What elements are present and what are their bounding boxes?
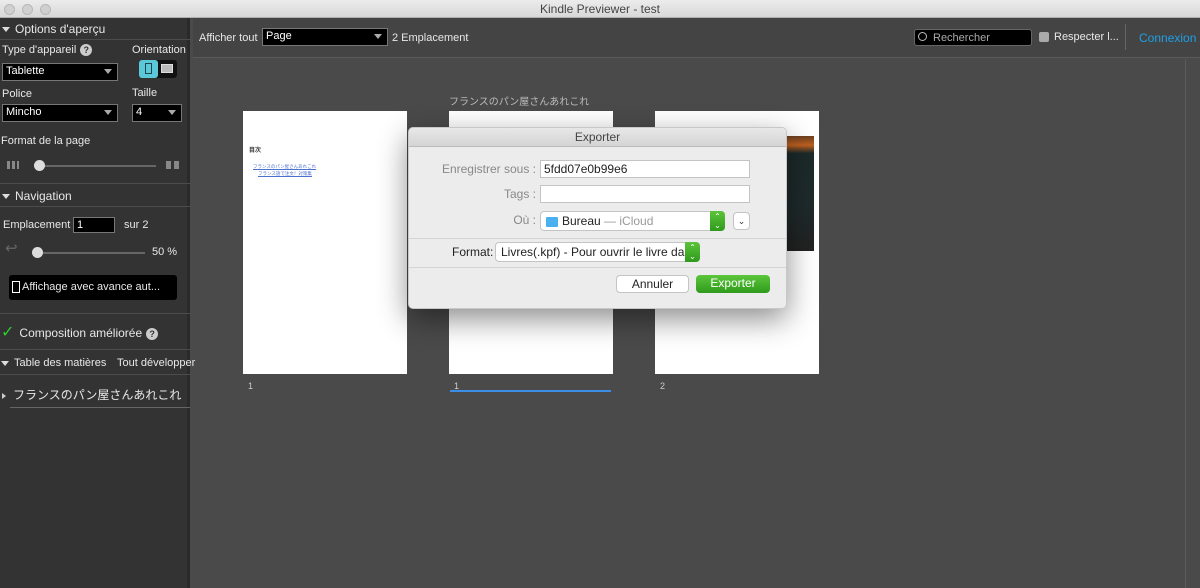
show-all-label: Afficher tout	[199, 32, 258, 44]
view-mode-select[interactable]: Page	[262, 28, 388, 46]
location-input[interactable]: 1	[73, 217, 115, 233]
export-dialog: Exporter Enregistrer sous : 5fdd07e0b99e…	[408, 127, 787, 309]
where-select[interactable]: Bureau — iCloud ⌃ ⌄	[540, 211, 725, 231]
respect-label: Respecter l...	[1054, 31, 1119, 43]
orientation-label: Orientation	[132, 44, 186, 56]
location-slider[interactable]	[32, 247, 145, 258]
zoom-button[interactable]	[40, 4, 51, 15]
chevron-down-icon	[374, 34, 382, 39]
value: Bureau	[562, 214, 601, 228]
size-select[interactable]: 4	[132, 104, 182, 122]
label: Type d'appareil	[2, 44, 77, 56]
respect-checkbox[interactable]	[1039, 32, 1049, 42]
portrait-icon[interactable]	[139, 60, 158, 78]
section-title: Table des matières	[14, 357, 107, 369]
chevron-down-icon	[104, 69, 112, 74]
page-label: 1	[248, 381, 254, 391]
help-icon[interactable]: ?	[80, 44, 93, 56]
window-controls[interactable]	[4, 4, 51, 15]
device-type-select[interactable]: Tablette	[2, 63, 118, 81]
value: Page	[266, 30, 292, 42]
landscape-icon[interactable]	[161, 64, 173, 73]
toc-link[interactable]: フランス語で注文！対策集	[258, 171, 312, 177]
button-label: Affichage avec avance aut...	[22, 281, 160, 293]
font-label: Police	[2, 88, 32, 100]
expand-button[interactable]: ⌄	[733, 212, 750, 230]
disclosure-triangle-icon	[2, 27, 10, 33]
value: 4	[136, 106, 143, 118]
tags-field[interactable]	[540, 185, 750, 203]
slider-knob[interactable]	[32, 247, 43, 258]
value: Mincho	[6, 106, 42, 118]
sidebar: Options d'aperçu Type d'appareil? Orient…	[0, 18, 195, 588]
label: Composition améliorée	[19, 326, 143, 340]
page-label: 2	[660, 381, 666, 391]
toc-heading: 目次	[249, 148, 262, 154]
format-label: Format:	[452, 245, 494, 259]
current-page-indicator	[450, 390, 611, 392]
toc-item[interactable]: フランスのパン屋さんあれこれ	[2, 386, 181, 403]
location-suffix: — iCloud	[604, 214, 654, 228]
orientation-toggle[interactable]	[139, 60, 177, 78]
window-title: Kindle Previewer - test	[539, 2, 661, 16]
export-button[interactable]: Exporter	[696, 275, 770, 293]
location-count: 2 Emplacement	[392, 32, 469, 44]
play-icon	[12, 281, 20, 294]
save-as-label: Enregistrer sous :	[441, 162, 536, 176]
grid-large-icon	[166, 161, 179, 169]
section-preview-options[interactable]: Options d'aperçu	[2, 22, 105, 36]
font-select[interactable]: Mincho	[2, 104, 118, 122]
location-label: Emplacement	[3, 219, 71, 231]
search-icon	[918, 32, 927, 41]
tags-label: Tags :	[503, 187, 536, 201]
page-format-slider[interactable]	[34, 160, 156, 171]
autoplay-button[interactable]: Affichage avec avance aut...	[9, 275, 177, 300]
value: Tablette	[6, 65, 45, 77]
slider-knob[interactable]	[34, 160, 45, 171]
close-button[interactable]	[4, 4, 15, 15]
chevron-down-icon	[104, 110, 112, 115]
disclosure-triangle-icon	[2, 194, 10, 200]
dialog-title: Exporter	[409, 128, 786, 147]
minimize-button[interactable]	[22, 4, 33, 15]
help-icon[interactable]: ?	[146, 328, 159, 340]
grid-small-icon	[7, 161, 19, 169]
scrollbar-track[interactable]	[1185, 59, 1186, 588]
stepper-icon: ⌃ ⌄	[710, 211, 725, 231]
toolbar: Afficher tout Page 2 Emplacement Recherc…	[193, 18, 1200, 58]
search-input[interactable]: Rechercher	[914, 29, 1032, 46]
disclosure-triangle-icon	[1, 360, 9, 366]
size-label: Taille	[132, 87, 158, 99]
disclosure-right-icon	[2, 393, 6, 399]
where-label: Où :	[513, 213, 536, 227]
book-title: フランスのパン屋さんあれこれ	[449, 97, 590, 108]
chevron-down-icon	[168, 110, 176, 115]
cancel-button[interactable]: Annuler	[616, 275, 689, 293]
checkmark-icon: ✓	[1, 324, 15, 341]
value: Livres(.kpf) - Pour ouvrir le livre da..…	[501, 245, 695, 259]
page-thumbnail[interactable]: 目次 フランスのパン屋さんあれこれ フランス語で注文！対策集	[243, 111, 407, 374]
login-link[interactable]: Connexion	[1139, 31, 1196, 45]
format-select[interactable]: Livres(.kpf) - Pour ouvrir le livre da..…	[495, 242, 700, 262]
expand-all-button[interactable]: Tout développer	[117, 357, 195, 369]
location-total: sur 2	[124, 219, 149, 231]
search-placeholder: Rechercher	[933, 32, 990, 44]
stepper-icon: ⌃ ⌄	[685, 242, 700, 262]
toc-item-label: フランスのパン屋さんあれこれ	[13, 388, 182, 402]
device-type-label: Type d'appareil?	[2, 44, 93, 56]
enhanced-typesetting: ✓ Composition améliorée?	[1, 322, 159, 342]
progress-text: 50 %	[152, 246, 178, 258]
title-bar: Kindle Previewer - test	[0, 0, 1200, 18]
save-as-field[interactable]: 5fdd07e0b99e6	[540, 160, 750, 178]
section-title: Options d'aperçu	[15, 22, 106, 36]
folder-icon	[546, 216, 558, 227]
section-title: Navigation	[15, 189, 72, 203]
toc-link[interactable]: フランスのパン屋さんあれこれ	[253, 164, 316, 170]
section-navigation[interactable]: Navigation	[2, 189, 72, 203]
page-format-label: Format de la page	[1, 135, 91, 147]
section-toc[interactable]: Table des matières	[1, 357, 106, 369]
back-arrow-icon[interactable]: ↩	[5, 241, 18, 256]
